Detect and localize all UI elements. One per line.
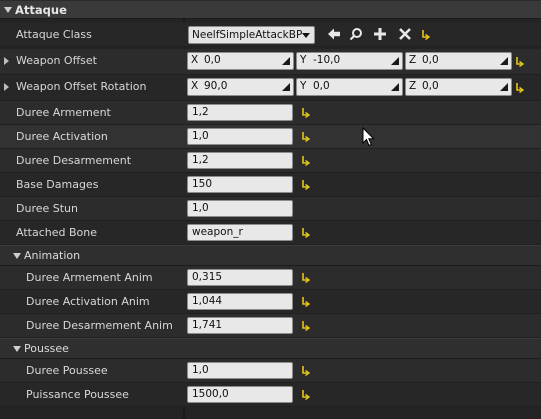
- property-row-duree-stun: Duree Stun 1,0: [0, 197, 541, 221]
- property-row-duree-activation-anim: Duree Activation Anim 1,044: [0, 290, 541, 314]
- expand-arrow-icon[interactable]: [4, 83, 9, 91]
- rotator-y-field[interactable]: Y 0,0: [296, 78, 403, 96]
- subcategory-header-poussee[interactable]: Poussee: [0, 338, 541, 359]
- property-label: Duree Desarmement: [16, 154, 132, 167]
- axis-label: X: [191, 80, 199, 92]
- category-header-attaque[interactable]: Attaque: [0, 0, 541, 19]
- reset-to-default-icon[interactable]: [301, 272, 310, 283]
- number-field[interactable]: 1,044: [187, 293, 293, 310]
- vector-x-field[interactable]: X 0,0: [187, 52, 294, 70]
- vector-y-field[interactable]: Y -10,0: [296, 52, 403, 70]
- number-field[interactable]: 1500,0: [187, 386, 293, 403]
- details-panel: Attaque Attaque Class NeelfSimpleAttackB…: [0, 0, 541, 419]
- search-icon[interactable]: [349, 27, 363, 41]
- drag-handle-icon[interactable]: [391, 83, 399, 91]
- property-row-attaque-class: Attaque Class NeelfSimpleAttackBP: [0, 23, 541, 47]
- number-field[interactable]: 150: [187, 176, 293, 193]
- rotator-x-field[interactable]: X 90,0: [187, 78, 294, 96]
- reset-to-default-icon[interactable]: [301, 107, 310, 118]
- property-label: Duree Activation: [16, 130, 108, 143]
- axis-label: Z: [409, 80, 417, 92]
- drag-handle-icon[interactable]: [282, 57, 290, 65]
- vector-value: 0,0: [422, 54, 439, 66]
- property-label: Base Damages: [16, 178, 99, 191]
- number-field[interactable]: 1,741: [187, 317, 293, 334]
- chevron-down-icon: [302, 33, 310, 38]
- reset-to-default-icon[interactable]: [301, 365, 310, 376]
- property-row-duree-activation: Duree Activation 1,0: [0, 125, 541, 149]
- property-label: Attached Bone: [16, 226, 97, 239]
- property-label: Duree Desarmement Anim: [26, 319, 173, 332]
- plus-icon[interactable]: [373, 27, 387, 41]
- property-label: Duree Poussee: [26, 364, 108, 377]
- reset-to-default-icon[interactable]: [515, 82, 524, 93]
- vector-value: 0,0: [422, 80, 439, 92]
- vector-value: 0,0: [204, 54, 221, 66]
- reset-to-default-icon[interactable]: [301, 179, 310, 190]
- number-field[interactable]: 1,0: [187, 128, 293, 145]
- subcategory-title: Animation: [24, 249, 81, 262]
- number-field[interactable]: 1,0: [187, 200, 293, 217]
- property-label: Duree Stun: [16, 202, 78, 215]
- axis-label: Z: [409, 54, 417, 66]
- reset-to-default-icon[interactable]: [301, 155, 310, 166]
- reset-to-default-icon[interactable]: [301, 296, 310, 307]
- number-field[interactable]: 1,2: [187, 152, 293, 169]
- property-row-duree-armement: Duree Armement 1,2: [0, 101, 541, 125]
- close-icon[interactable]: [398, 27, 412, 41]
- reset-to-default-icon[interactable]: [515, 56, 524, 67]
- class-picker-combo[interactable]: NeelfSimpleAttackBP: [188, 26, 315, 44]
- category-title: Attaque: [15, 3, 67, 17]
- collapse-arrow-icon[interactable]: [13, 346, 21, 352]
- drag-handle-icon[interactable]: [500, 83, 508, 91]
- axis-label: X: [191, 54, 199, 66]
- vector-value: 90,0: [204, 80, 228, 92]
- drag-handle-icon[interactable]: [282, 83, 290, 91]
- collapse-arrow-icon[interactable]: [13, 253, 21, 259]
- subcategory-header-animation[interactable]: Animation: [0, 245, 541, 266]
- axis-label: Y: [300, 80, 307, 92]
- collapse-arrow-icon[interactable]: [4, 7, 12, 13]
- reset-to-default-icon[interactable]: [301, 320, 310, 331]
- property-row-weapon-offset: Weapon Offset X 0,0 Y -10,0 Z 0,0: [0, 49, 541, 75]
- property-row-duree-desarmement-anim: Duree Desarmement Anim 1,741: [0, 314, 541, 338]
- vector-z-field[interactable]: Z 0,0: [405, 52, 512, 70]
- vector-value: -10,0: [313, 54, 341, 66]
- property-row-duree-poussee: Duree Poussee 1,0: [0, 359, 541, 383]
- property-label: Weapon Offset: [16, 54, 97, 67]
- property-row-puissance-poussee: Puissance Poussee 1500,0: [0, 383, 541, 407]
- property-label: Duree Armement Anim: [26, 271, 153, 284]
- property-row-duree-armement-anim: Duree Armement Anim 0,315: [0, 266, 541, 290]
- number-field[interactable]: 1,2: [187, 104, 293, 121]
- rotator-z-field[interactable]: Z 0,0: [405, 78, 512, 96]
- property-row-attached-bone: Attached Bone weapon_r: [0, 221, 541, 245]
- property-label: Weapon Offset Rotation: [16, 80, 147, 93]
- number-field[interactable]: 1,0: [187, 362, 293, 379]
- property-label: Duree Armement: [16, 106, 111, 119]
- vector-value: 0,0: [313, 80, 330, 92]
- drag-handle-icon[interactable]: [500, 57, 508, 65]
- axis-label: Y: [300, 54, 307, 66]
- subcategory-title: Poussee: [24, 342, 69, 355]
- reset-to-default-icon[interactable]: [301, 131, 310, 142]
- expand-arrow-icon[interactable]: [4, 57, 9, 65]
- text-field[interactable]: weapon_r: [187, 224, 293, 241]
- property-label: Puissance Poussee: [26, 388, 129, 401]
- drag-handle-icon[interactable]: [391, 57, 399, 65]
- property-row-base-damages: Base Damages 150: [0, 173, 541, 197]
- property-label: Duree Activation Anim: [26, 295, 150, 308]
- reset-to-default-icon[interactable]: [301, 227, 310, 238]
- arrow-left-icon[interactable]: [327, 27, 341, 41]
- property-label: Attaque Class: [16, 28, 92, 41]
- reset-to-default-icon[interactable]: [301, 389, 310, 400]
- property-row-weapon-offset-rotation: Weapon Offset Rotation X 90,0 Y 0,0 Z 0,…: [0, 75, 541, 101]
- reset-to-default-icon[interactable]: [421, 29, 430, 40]
- class-picker-value: NeelfSimpleAttackBP: [192, 29, 303, 41]
- number-field[interactable]: 0,315: [187, 269, 293, 286]
- mouse-cursor-icon: [362, 126, 375, 150]
- property-row-duree-desarmement: Duree Desarmement 1,2: [0, 149, 541, 173]
